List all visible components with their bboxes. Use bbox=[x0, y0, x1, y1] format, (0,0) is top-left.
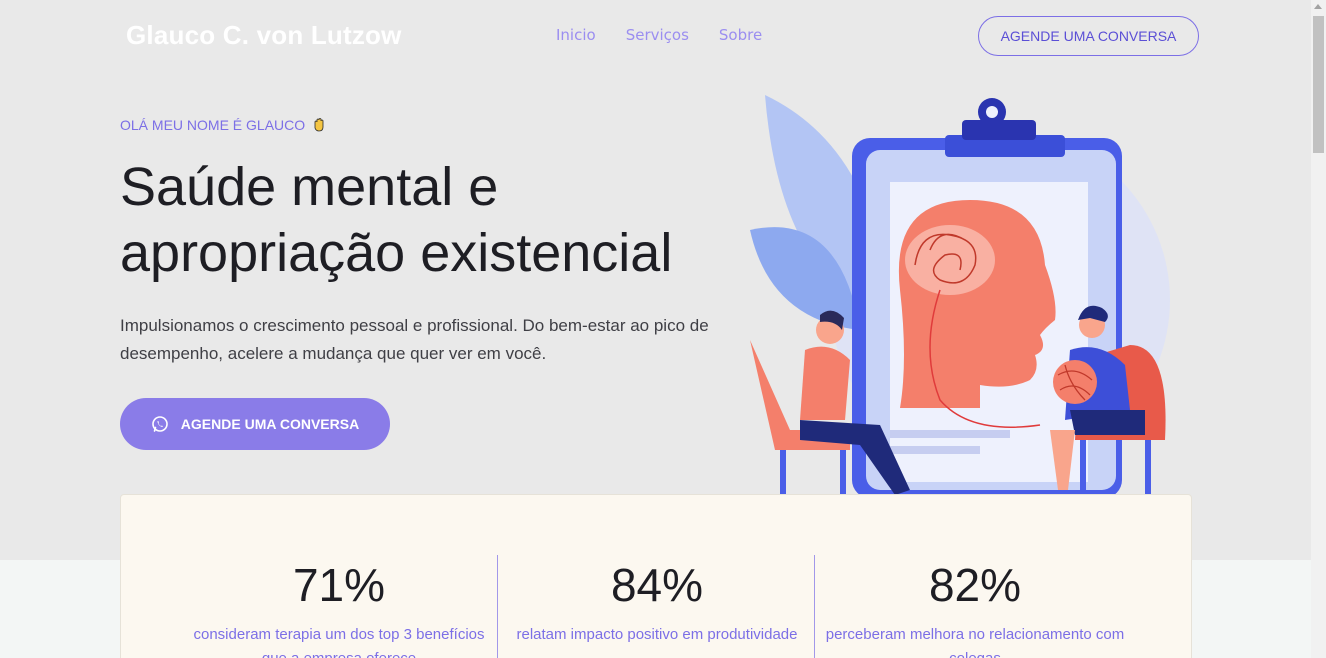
hero-schedule-button[interactable]: AGENDE UMA CONVERSA bbox=[120, 398, 390, 450]
right-chair-leg bbox=[1145, 440, 1151, 495]
left-chair-leg bbox=[840, 450, 846, 495]
hero-eyebrow: OLÁ MEU NOME É GLAUCO bbox=[120, 117, 327, 133]
head-silhouette bbox=[898, 200, 1056, 408]
therapy-illustration bbox=[750, 95, 1170, 495]
hero-title-line-2: apropriação existencial bbox=[120, 223, 673, 283]
paper-line bbox=[890, 430, 1010, 438]
scrollbar-thumb[interactable] bbox=[1313, 16, 1324, 153]
left-chair-leg bbox=[780, 450, 786, 495]
hero-schedule-button-label: AGENDE UMA CONVERSA bbox=[180, 416, 360, 432]
stat-value: 71% bbox=[292, 559, 386, 611]
stat-description: consideram terapia um dos top 3 benefíci… bbox=[193, 626, 485, 658]
stat-card: 82% perceberam melhora no relacionamento… bbox=[816, 555, 1134, 658]
page-scrollbar[interactable] bbox=[1311, 0, 1326, 658]
header-schedule-button[interactable]: AGENDE UMA CONVERSA bbox=[978, 16, 1199, 56]
clipboard-ring-hole bbox=[986, 106, 998, 118]
stats-panel: 71% consideram terapia um dos top 3 bene… bbox=[120, 494, 1192, 658]
paper-line bbox=[890, 446, 980, 454]
stat-description: relatam impacto positivo em produtividad… bbox=[516, 626, 798, 643]
nav-link-servicos[interactable]: Serviços bbox=[626, 26, 689, 44]
stat-value: 84% bbox=[610, 559, 704, 611]
stat-divider bbox=[814, 555, 815, 658]
hero-eyebrow-text: OLÁ MEU NOME É GLAUCO bbox=[120, 117, 306, 133]
woman-skirt bbox=[1070, 410, 1145, 435]
whatsapp-icon bbox=[151, 416, 168, 432]
right-chair-leg bbox=[1080, 440, 1086, 495]
stat-card: 84% relatam impacto positivo em produtiv… bbox=[498, 555, 816, 647]
yarn-ball bbox=[1053, 360, 1097, 404]
scroll-up-arrow-icon[interactable] bbox=[1314, 4, 1322, 9]
hero-title: Saúde mental e apropriação existencial bbox=[120, 154, 740, 286]
main-nav: Inicio Serviços Sobre bbox=[556, 26, 762, 44]
stat-card: 71% consideram terapia um dos top 3 bene… bbox=[180, 555, 498, 658]
nav-link-sobre[interactable]: Sobre bbox=[719, 26, 762, 44]
nav-link-inicio[interactable]: Inicio bbox=[556, 26, 596, 44]
stat-value: 82% bbox=[928, 559, 1022, 611]
hero-title-line-1: Saúde mental e bbox=[120, 157, 499, 217]
waving-hand-icon bbox=[314, 118, 324, 132]
stat-description: perceberam melhora no relacionamento com… bbox=[825, 626, 1125, 658]
man-torso bbox=[800, 346, 850, 420]
hero-subtitle: Impulsionamos o crescimento pessoal e pr… bbox=[120, 316, 709, 363]
site-brand[interactable]: Glauco C. von Lutzow bbox=[126, 20, 402, 51]
